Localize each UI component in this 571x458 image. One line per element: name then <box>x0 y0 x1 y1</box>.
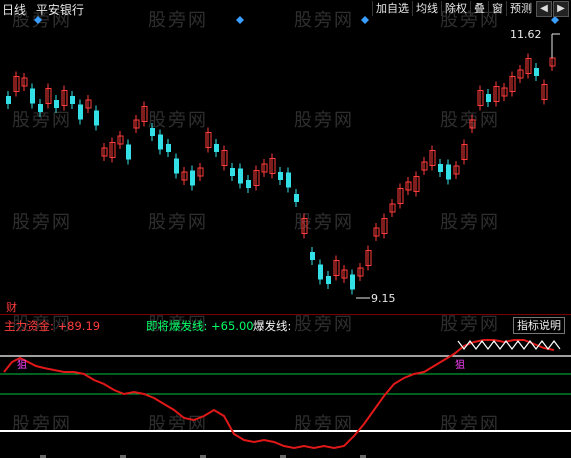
candle-body-down <box>486 94 491 102</box>
candle-body-down <box>54 100 59 108</box>
candle-body-down <box>78 104 83 120</box>
candle-body-down <box>38 104 43 112</box>
burst-line-label: 爆发线: <box>253 319 292 333</box>
toolbar: 日线 平安银行 加自选 均线 除权 叠 窗 预测 ◀ ▶ <box>0 0 571 17</box>
moving-average-button[interactable]: 均线 <box>412 1 441 16</box>
diamond-marker <box>236 16 244 24</box>
candle-body-down <box>310 252 315 260</box>
stock-name: 平安银行 <box>35 3 84 17</box>
main-fund-value: 主力资金: +89.19 <box>4 319 101 333</box>
stock-chart-window: 股旁网 股旁网 股旁网 股旁网 股旁网 股旁网 股旁网 股旁网 股旁网 股旁网 … <box>0 0 571 458</box>
high-price-label: 11.62 <box>510 28 542 41</box>
candle-body-down <box>446 164 451 180</box>
candle-body-down <box>30 88 35 104</box>
nav-right-icon[interactable]: ▶ <box>553 0 569 17</box>
add-watchlist-button[interactable]: 加自选 <box>372 1 412 16</box>
candle-body-down <box>286 172 291 188</box>
fund-indicator-label: 财 <box>6 301 17 314</box>
candle-body-down <box>150 128 155 136</box>
candle-body-down <box>438 164 443 172</box>
candle-body-down <box>126 144 131 160</box>
candle-body-down <box>246 180 251 188</box>
candle-body-down <box>214 144 219 152</box>
candle-body-down <box>174 158 179 174</box>
indicator-explain-button[interactable]: 指标说明 <box>513 317 565 334</box>
candle-body-down <box>278 172 283 180</box>
candle-body-down <box>94 110 99 126</box>
ex-rights-button[interactable]: 除权 <box>441 1 470 16</box>
diamond-marker <box>361 16 369 24</box>
coming-burst-value: 即将爆发线: +65.00 <box>146 319 254 333</box>
diamond-marker <box>551 16 559 24</box>
snipe-marker-right: 狙 <box>455 360 465 371</box>
window-button[interactable]: 窗 <box>488 1 506 16</box>
period-label[interactable]: 日线 <box>2 3 26 17</box>
panel-divider <box>0 314 571 315</box>
chart-canvas <box>0 16 571 458</box>
snipe-marker-left: 狙 <box>17 360 27 371</box>
candle-body-down <box>166 144 171 152</box>
low-price-label: 9.15 <box>371 292 396 305</box>
overlay-button[interactable]: 叠 <box>470 1 488 16</box>
nav-left-icon[interactable]: ◀ <box>536 0 552 17</box>
candle-body-down <box>294 194 299 202</box>
candle-body-down <box>534 68 539 76</box>
candle-body-down <box>190 170 195 186</box>
candle-body-down <box>158 134 163 150</box>
candle-body-down <box>6 96 11 104</box>
title-area: 日线 平安银行 <box>2 1 90 18</box>
indicator-header: 主力资金: +89.19 即将爆发线: +65.00 爆发线: 指标说明 <box>0 317 571 334</box>
candle-body-down <box>238 168 243 184</box>
candle-body-down <box>350 274 355 290</box>
candle-body-down <box>326 276 331 284</box>
candle-body-down <box>70 96 75 104</box>
toolbar-buttons: 加自选 均线 除权 叠 窗 预测 ◀ ▶ <box>372 0 569 17</box>
candle-body-down <box>318 264 323 280</box>
forecast-button[interactable]: 预测 <box>506 1 535 16</box>
candle-body-down <box>230 168 235 176</box>
